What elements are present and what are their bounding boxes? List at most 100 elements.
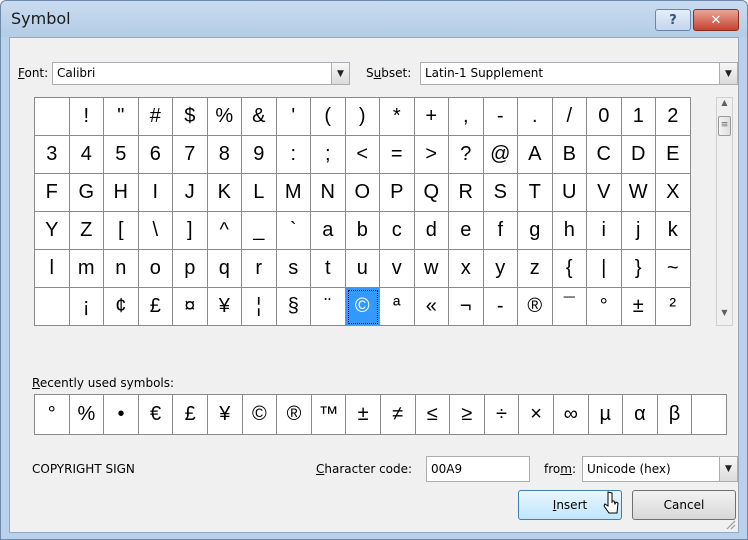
symbol-cell[interactable]: p: [173, 250, 208, 288]
symbol-cell[interactable]: /: [552, 98, 587, 136]
symbol-cell[interactable]: 2: [656, 98, 691, 136]
symbol-cell[interactable]: ^: [207, 212, 242, 250]
symbol-cell[interactable]: 3: [35, 136, 70, 174]
symbol-cell[interactable]: S: [483, 174, 518, 212]
symbol-cell[interactable]: [35, 98, 70, 136]
chevron-down-icon[interactable]: ▼: [719, 63, 737, 84]
symbol-cell[interactable]: ,: [449, 98, 484, 136]
cancel-button[interactable]: Cancel: [632, 490, 736, 520]
symbol-cell[interactable]: g: [518, 212, 553, 250]
symbol-cell[interactable]: T: [518, 174, 553, 212]
symbol-cell[interactable]: ¬: [449, 288, 484, 326]
symbol-cell[interactable]: @: [483, 136, 518, 174]
symbol-cell[interactable]: ": [104, 98, 139, 136]
symbol-cell[interactable]: b: [345, 212, 380, 250]
symbol-cell[interactable]: °: [587, 288, 622, 326]
recent-symbols[interactable]: °% • € £ ¥ © ® ™ ± ≠ ≤ ≥ ÷ × ∞ µ α β: [34, 394, 727, 435]
symbol-cell[interactable]: .: [518, 98, 553, 136]
symbol-cell[interactable]: B: [552, 136, 587, 174]
recent-symbol-cell[interactable]: ≠: [380, 395, 416, 435]
close-button[interactable]: ✕: [693, 9, 739, 31]
symbol-cell[interactable]: >: [414, 136, 449, 174]
from-select[interactable]: Unicode (hex) ▼: [582, 456, 738, 482]
symbol-cell[interactable]: «: [414, 288, 449, 326]
chevron-down-icon[interactable]: ▼: [719, 457, 737, 481]
scroll-down-arrow-icon[interactable]: ▼: [717, 308, 732, 325]
symbol-cell[interactable]: +: [414, 98, 449, 136]
symbol-cell[interactable]: x: [449, 250, 484, 288]
symbol-cell[interactable]: 6: [138, 136, 173, 174]
recent-symbol-cell[interactable]: ∞: [553, 395, 589, 435]
symbol-cell[interactable]: 7: [173, 136, 208, 174]
symbol-cell[interactable]: Y: [35, 212, 70, 250]
symbol-cell[interactable]: l: [35, 250, 70, 288]
symbol-cell[interactable]: O: [345, 174, 380, 212]
symbol-cell[interactable]: e: [449, 212, 484, 250]
symbol-grid[interactable]: ! " # $% & '() * +, -./0 1 2 3 4 5 6 7 8 9:; < = >? @ A B C D E F G H…: [34, 97, 691, 326]
symbol-cell[interactable]: {: [552, 250, 587, 288]
symbol-cell[interactable]: W: [621, 174, 656, 212]
scroll-up-arrow-icon[interactable]: ▲: [717, 98, 732, 115]
title-bar[interactable]: Symbol ? ✕: [1, 1, 747, 37]
chevron-down-icon[interactable]: ▼: [331, 63, 349, 84]
symbol-cell[interactable]: U: [552, 174, 587, 212]
recent-symbol-cell[interactable]: α: [623, 395, 658, 435]
recent-symbol-cell[interactable]: ±: [346, 395, 381, 435]
symbol-cell[interactable]: s: [276, 250, 311, 288]
symbol-cell[interactable]: i: [587, 212, 622, 250]
symbol-cell[interactable]: h: [552, 212, 587, 250]
symbol-cell[interactable]: ª: [380, 288, 415, 326]
symbol-cell[interactable]: N: [311, 174, 346, 212]
symbol-cell[interactable]: ?: [449, 136, 484, 174]
symbol-cell[interactable]: t: [311, 250, 346, 288]
symbol-cell[interactable]: m: [69, 250, 104, 288]
recent-symbol-cell[interactable]: [692, 395, 727, 435]
symbol-cell[interactable]: L: [242, 174, 277, 212]
symbol-cell[interactable]: ¯: [552, 288, 587, 326]
symbol-cell[interactable]: Z: [69, 212, 104, 250]
symbol-cell[interactable]: w: [414, 250, 449, 288]
symbol-cell[interactable]: o: [138, 250, 173, 288]
symbol-cell[interactable]: P: [380, 174, 415, 212]
symbol-cell[interactable]: 8: [207, 136, 242, 174]
symbol-cell[interactable]: G: [69, 174, 104, 212]
help-button[interactable]: ?: [655, 9, 691, 31]
symbol-cell[interactable]: y: [483, 250, 518, 288]
symbol-cell[interactable]: v: [380, 250, 415, 288]
symbol-cell[interactable]: =: [380, 136, 415, 174]
symbol-cell[interactable]: ¨: [311, 288, 346, 326]
recent-symbol-cell[interactable]: ×: [519, 395, 554, 435]
recent-symbol-cell[interactable]: €: [138, 395, 174, 435]
symbol-cell[interactable]: -: [483, 288, 518, 326]
symbol-cell[interactable]: ®: [518, 288, 553, 326]
recent-symbol-cell[interactable]: ¥: [207, 395, 243, 435]
symbol-cell[interactable]: E: [656, 136, 691, 174]
recent-symbol-cell[interactable]: £: [173, 395, 208, 435]
symbol-cell[interactable]: ;: [311, 136, 346, 174]
symbol-cell[interactable]: ±: [621, 288, 656, 326]
scroll-thumb[interactable]: ≡: [718, 116, 731, 136]
symbol-cell[interactable]: K: [207, 174, 242, 212]
symbol-cell[interactable]: ²: [656, 288, 691, 326]
symbol-cell[interactable]: §: [276, 288, 311, 326]
symbol-cell[interactable]: :: [276, 136, 311, 174]
symbol-cell[interactable]: a: [311, 212, 346, 250]
symbol-cell[interactable]: [: [104, 212, 139, 250]
symbol-cell[interactable]: 9: [242, 136, 277, 174]
symbol-cell[interactable]: ¥: [207, 288, 242, 326]
symbol-cell[interactable]: ): [345, 98, 380, 136]
symbol-cell[interactable]: [35, 288, 70, 326]
recent-symbol-cell[interactable]: β: [657, 395, 693, 435]
symbol-cell-selected[interactable]: ©: [345, 288, 380, 326]
symbol-cell[interactable]: q: [207, 250, 242, 288]
symbol-cell[interactable]: Q: [414, 174, 449, 212]
recent-symbol-cell[interactable]: •: [104, 395, 139, 435]
recent-symbol-cell[interactable]: ≥: [450, 395, 485, 435]
symbol-grid-scrollbar[interactable]: ▲ ≡ ▼: [716, 97, 733, 326]
character-code-input[interactable]: 00A9: [426, 456, 530, 482]
symbol-cell[interactable]: 0: [587, 98, 622, 136]
symbol-cell[interactable]: X: [656, 174, 691, 212]
symbol-cell[interactable]: k: [656, 212, 691, 250]
symbol-cell[interactable]: r: [242, 250, 277, 288]
recent-symbol-cell[interactable]: ®: [277, 395, 312, 435]
